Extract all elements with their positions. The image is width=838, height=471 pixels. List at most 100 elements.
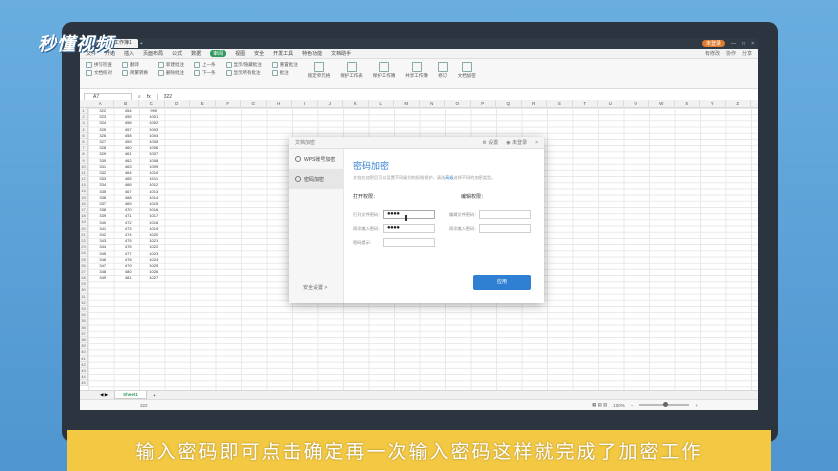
column-header[interactable]: A xyxy=(88,100,114,108)
view-mode-icon[interactable]: ▦ ▤ ▥ xyxy=(592,402,607,408)
column-header[interactable]: M xyxy=(394,100,420,108)
toggle-comment-button[interactable]: 显示/隐藏批注 xyxy=(225,62,262,68)
sheet-nav-icon[interactable]: ◀ ▶ xyxy=(100,392,108,398)
row-header[interactable]: 26 xyxy=(80,263,87,269)
row-header[interactable]: 15 xyxy=(80,195,87,201)
column-header[interactable]: R xyxy=(522,100,547,108)
column-header[interactable]: C xyxy=(139,100,165,108)
show-all-comments-button[interactable]: 显示所有批注 xyxy=(225,70,262,76)
row-header[interactable]: 25 xyxy=(80,257,87,263)
table-cell[interactable]: 349 xyxy=(90,275,116,281)
menu-insert[interactable]: 插入 xyxy=(124,50,134,57)
track-changes-button[interactable]: 修订 xyxy=(437,62,448,79)
dialog-close-button[interactable]: × xyxy=(535,140,538,146)
column-header[interactable]: F xyxy=(216,100,241,108)
lock-cells-button[interactable]: 锁定单元格 xyxy=(308,62,330,79)
fx-label[interactable]: fx xyxy=(147,94,151,100)
column-header[interactable]: D xyxy=(165,100,190,108)
zoom-in-icon[interactable]: + xyxy=(695,403,698,408)
collab-button[interactable]: 协作 xyxy=(726,50,736,57)
open-password-confirm-input[interactable]: ●●●● xyxy=(383,224,435,233)
column-header[interactable]: S xyxy=(547,100,573,108)
menu-data[interactable]: 数据 xyxy=(191,50,201,57)
apply-button[interactable]: 应用 xyxy=(473,275,531,290)
column-header[interactable]: P xyxy=(471,100,496,108)
minimize-icon[interactable]: — xyxy=(731,41,736,47)
zoom-search-icon[interactable]: ⌕ xyxy=(138,94,141,100)
translate-icon xyxy=(122,62,128,68)
row-header[interactable]: 41 xyxy=(80,356,87,362)
row-header[interactable]: 36 xyxy=(80,325,87,331)
menu-special[interactable]: 特色功能 xyxy=(302,50,322,57)
password-hint-input[interactable] xyxy=(383,238,435,247)
menu-view[interactable]: 视图 xyxy=(235,50,245,57)
protect-sheet-button[interactable]: 保护工作表 xyxy=(340,62,363,79)
column-header[interactable]: O xyxy=(445,100,471,108)
column-header[interactable]: X xyxy=(675,100,700,108)
arrow-up-icon xyxy=(194,62,200,68)
prev-comment-button[interactable]: 上一条 xyxy=(194,62,216,68)
close-icon[interactable]: × xyxy=(751,41,754,47)
column-header[interactable]: W xyxy=(649,100,675,108)
column-header[interactable]: E xyxy=(190,100,216,108)
menu-security[interactable]: 安全 xyxy=(254,50,264,57)
table-cell[interactable]: 1027 xyxy=(141,275,167,281)
column-header[interactable]: N xyxy=(420,100,445,108)
sheet-tab-sheet1[interactable]: Sheet1 xyxy=(114,391,147,399)
edit-password-confirm-input[interactable] xyxy=(479,224,531,233)
share-button[interactable]: 分享 xyxy=(742,50,752,57)
delete-comment-button[interactable]: 删除批注 xyxy=(158,70,184,76)
new-comment-button[interactable]: 新建批注 xyxy=(158,62,184,68)
reset-comment-button[interactable]: 重置批注 xyxy=(271,62,298,68)
row-header[interactable]: 42 xyxy=(80,362,87,368)
column-header[interactable]: Y xyxy=(700,100,726,108)
maximize-icon[interactable]: □ xyxy=(742,41,745,47)
column-header[interactable]: Q xyxy=(496,100,522,108)
protect-workbook-button[interactable]: 保护工作簿 xyxy=(373,62,395,79)
column-header[interactable]: Z xyxy=(726,100,751,108)
menu-doc-assistant[interactable]: 文档助手 xyxy=(331,50,351,57)
side-item-password[interactable]: 密码加密 xyxy=(289,169,343,189)
convert-button[interactable]: 简繁转换 xyxy=(122,70,148,76)
column-header[interactable]: L xyxy=(369,100,394,108)
row-header[interactable]: 31 xyxy=(80,294,87,300)
menu-review[interactable]: 审阅 xyxy=(210,50,227,57)
formula-input[interactable]: 322 xyxy=(156,93,172,100)
table-cell[interactable]: 481 xyxy=(116,275,142,281)
menu-formulas[interactable]: 公式 xyxy=(172,50,182,57)
translate-button[interactable]: 翻译 xyxy=(122,62,148,68)
column-header[interactable]: I xyxy=(292,100,318,108)
next-comment-button[interactable]: 下一条 xyxy=(194,70,216,76)
zoom-out-icon[interactable]: − xyxy=(631,403,634,408)
column-header[interactable]: K xyxy=(343,100,369,108)
column-header[interactable]: H xyxy=(267,100,292,108)
share-workbook-button[interactable]: 共享工作簿 xyxy=(405,62,428,79)
edit-password-input[interactable] xyxy=(479,210,531,219)
open-password-input[interactable]: ●●●● xyxy=(383,210,435,219)
add-sheet-button[interactable]: + xyxy=(153,393,156,398)
column-header[interactable]: G xyxy=(241,100,267,108)
zoom-knob[interactable] xyxy=(663,402,669,407)
security-settings-link[interactable]: 安全设置 > xyxy=(303,284,327,291)
side-item-wps-account[interactable]: WPS账号加密 xyxy=(289,149,343,169)
zoom-slider[interactable] xyxy=(639,402,690,407)
column-header[interactable]: B xyxy=(114,100,139,108)
column-header[interactable]: J xyxy=(318,100,343,108)
row-header[interactable]: 45 xyxy=(80,380,87,387)
new-tab-button[interactable]: + xyxy=(140,41,143,47)
proofread-button[interactable]: 文档校对 xyxy=(86,70,112,76)
dialog-settings-button[interactable]: ⚙ 设置 xyxy=(482,139,498,146)
column-header[interactable]: V xyxy=(624,100,649,108)
column-header[interactable]: T xyxy=(573,100,598,108)
row-header[interactable]: 20 xyxy=(80,226,87,232)
advanced-link[interactable]: 高级 xyxy=(445,175,453,180)
encrypt-doc-button[interactable]: 文档加密 xyxy=(458,62,476,79)
column-header[interactable]: U xyxy=(598,100,624,108)
spellcheck-button[interactable]: 拼写检查 xyxy=(86,62,112,68)
comment-pane-button[interactable]: 批注 xyxy=(271,70,298,76)
login-badge[interactable]: 未登录 xyxy=(702,40,726,47)
row-header[interactable]: 10 xyxy=(80,164,87,170)
dialog-login-button[interactable]: ◉ 未登录 xyxy=(506,139,527,146)
menu-page-layout[interactable]: 页面布局 xyxy=(143,50,163,57)
menu-developer[interactable]: 开发工具 xyxy=(273,50,293,57)
